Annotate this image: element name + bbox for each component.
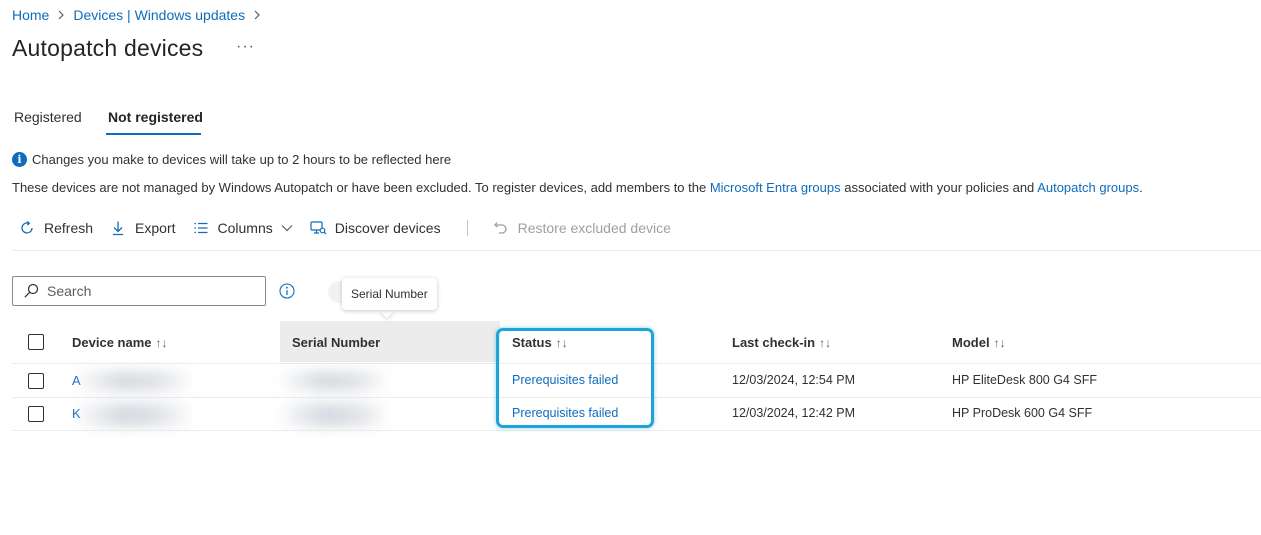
last-check-in-value: 12/03/2024, 12:42 PM [732,406,856,420]
toolbar: Refresh Export Columns Discover devices … [18,217,687,239]
refresh-label: Refresh [44,220,94,236]
autopatch-groups-link[interactable]: Autopatch groups [1037,180,1139,195]
description-text-part-3: . [1139,180,1143,195]
download-icon [109,219,127,237]
chevron-down-icon [281,224,293,232]
info-notice: i Changes you make to devices will take … [12,152,451,167]
columns-button[interactable]: Columns [192,219,293,237]
more-options-button[interactable]: ··· [236,38,255,56]
description-text-part-1: These devices are not managed by Windows… [12,180,710,195]
info-circle-icon[interactable] [279,283,295,299]
active-tab-indicator [106,133,201,135]
row-divider [12,430,1261,431]
page-title: Autopatch devices [12,35,204,61]
sort-icon: ↑↓ [993,335,1006,350]
redacted-device-name [78,371,190,391]
model-header-label: Model [952,335,990,350]
column-header-last-check-in[interactable]: Last check-in ↑↓ [732,335,831,350]
info-notice-text: Changes you make to devices will take up… [32,152,452,167]
columns-label: Columns [217,220,273,236]
select-all-checkbox[interactable] [28,334,44,350]
sort-icon: ↑↓ [819,335,832,350]
model-value: HP ProDesk 600 G4 SFF [952,406,1093,420]
export-button[interactable]: Export [109,219,176,237]
chevron-right-icon [253,8,261,23]
tab-not-registered[interactable]: Not registered [108,109,203,133]
description-text-part-2: associated with your policies and [840,180,1038,195]
breadcrumb-home-link[interactable]: Home [12,7,49,23]
discover-devices-button[interactable]: Discover devices [309,219,441,237]
column-header-device-name[interactable]: Device name ↑↓ [72,335,168,350]
description-text: These devices are not managed by Windows… [12,180,1143,195]
row-checkbox[interactable] [28,373,44,389]
entra-groups-link[interactable]: Microsoft Entra groups [710,180,841,195]
status-highlight-annotation [496,328,654,428]
chevron-right-icon [57,8,65,23]
redacted-device-name [78,403,190,427]
breadcrumb-windows-updates-link[interactable]: Devices | Windows updates [73,7,245,23]
serial-number-header-label: Serial Number [292,335,381,350]
undo-icon [492,219,510,237]
column-header-model[interactable]: Model ↑↓ [952,335,1006,350]
list-icon [192,219,210,237]
discover-devices-label: Discover devices [334,220,441,236]
model-value: HP EliteDesk 800 G4 SFF [952,373,1097,387]
redacted-serial-number [282,371,386,391]
export-label: Export [135,220,176,236]
device-name-header-label: Device name [72,335,152,350]
redacted-serial-number [282,403,386,427]
serial-number-tooltip: Serial Number [342,278,437,310]
info-icon: i [12,152,27,167]
refresh-button[interactable]: Refresh [18,219,93,237]
restore-excluded-device-label: Restore excluded device [517,220,671,236]
tab-registered[interactable]: Registered [14,109,82,133]
search-icon [23,283,39,299]
last-check-in-value: 12/03/2024, 12:54 PM [732,373,856,387]
refresh-icon [18,219,36,237]
column-header-serial-number[interactable]: Serial Number [292,335,380,350]
search-box[interactable] [12,276,266,306]
last-check-in-header-label: Last check-in [732,335,816,350]
toolbar-divider [466,220,468,236]
search-input[interactable] [45,282,265,300]
discover-devices-icon [309,219,327,237]
breadcrumb: Home Devices | Windows updates [12,7,269,23]
row-checkbox[interactable] [28,406,44,422]
toolbar-divider-line [12,250,1261,251]
sort-icon: ↑↓ [155,335,168,350]
restore-excluded-device-button[interactable]: Restore excluded device [492,219,671,237]
